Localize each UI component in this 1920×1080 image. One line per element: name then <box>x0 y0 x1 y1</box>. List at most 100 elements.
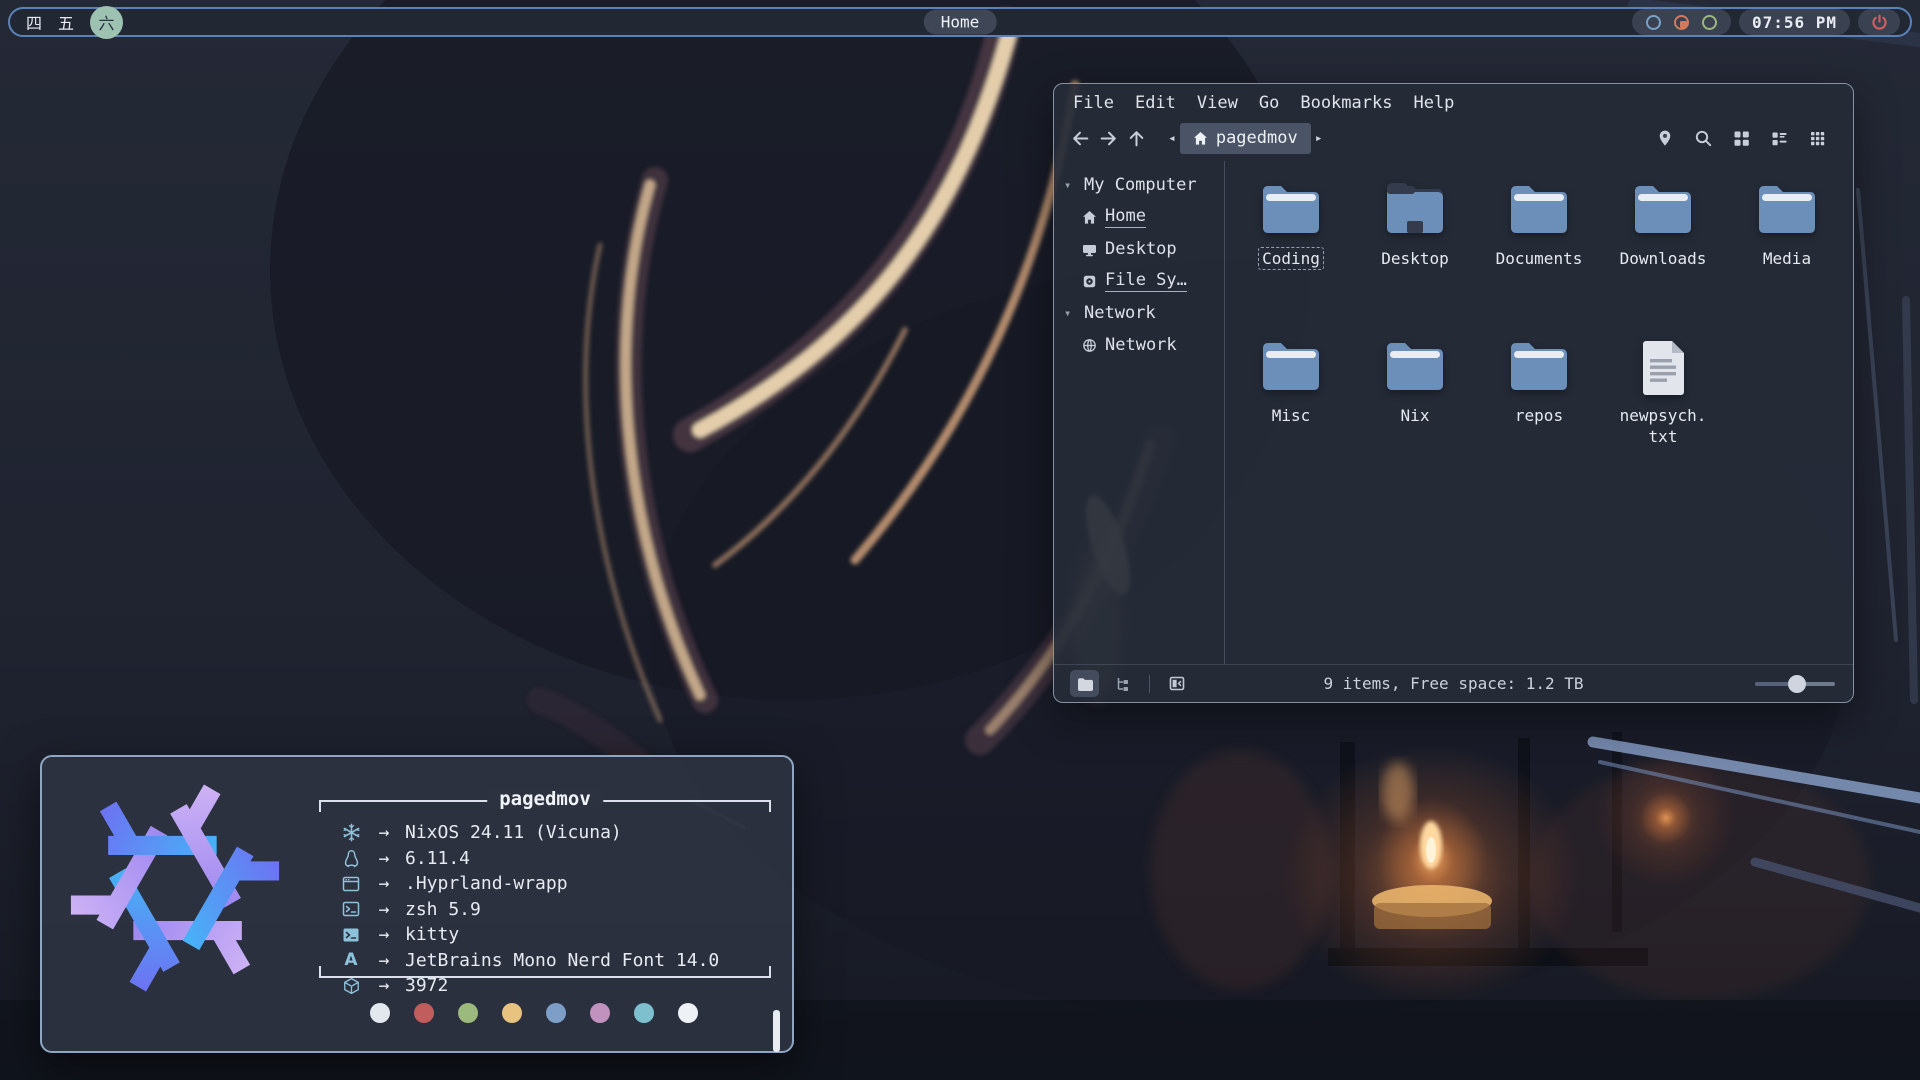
location-button[interactable] <box>1651 124 1679 152</box>
os-value: NixOS 24.11 (Vicuna) <box>405 822 622 843</box>
up-button[interactable] <box>1122 124 1150 152</box>
palette-dot-cyan <box>634 1003 654 1023</box>
text-file-icon <box>1638 340 1688 398</box>
sidebar-group-network[interactable]: ▾ Network <box>1064 297 1224 329</box>
thumbnail-view-icon <box>1809 130 1826 147</box>
menu-view[interactable]: View <box>1197 93 1238 113</box>
sidebar-item-home[interactable]: Home <box>1064 201 1224 233</box>
icon-zoom-slider[interactable] <box>1755 675 1835 693</box>
window-manager-icon <box>339 875 363 893</box>
breadcrumb-path-label: pagedmov <box>1216 128 1298 148</box>
arrow-icon: → <box>363 848 405 869</box>
tree-pane-toggle[interactable] <box>1108 670 1137 697</box>
toolbar: ◂ pagedmov ▸ <box>1054 115 1853 161</box>
sidebar-item-file-system[interactable]: File Sy… <box>1064 265 1224 297</box>
side-pane-hide-button[interactable] <box>1162 670 1191 697</box>
desktop: 四 五 六 Home 07:56 PM <box>0 0 1920 1080</box>
file-name: Misc <box>1268 404 1315 427</box>
icon-view-button[interactable] <box>1727 124 1755 152</box>
terminal-window: pagedmov → NixOS 24.11 (Vicuna) <box>40 755 794 1053</box>
sidebar-group-label: Network <box>1084 303 1156 323</box>
workspace-6-active[interactable]: 六 <box>90 6 123 39</box>
menu-file[interactable]: File <box>1073 93 1114 113</box>
thumbnail-view-button[interactable] <box>1803 124 1831 152</box>
menu-help[interactable]: Help <box>1413 93 1454 113</box>
forward-button[interactable] <box>1094 124 1122 152</box>
file-item-desktop[interactable]: Desktop <box>1353 177 1477 334</box>
workspace-5[interactable]: 五 <box>58 10 74 34</box>
palette-dot-bright-white <box>678 1003 698 1023</box>
packages-value: 3972 <box>405 975 448 996</box>
workspace-4[interactable]: 四 <box>26 10 42 34</box>
shell-icon <box>339 900 363 918</box>
desktop-folder-icon <box>1384 183 1446 241</box>
sidebar-item-label: Home <box>1105 206 1146 228</box>
statusbar-separator <box>1149 675 1150 693</box>
breadcrumb-home-tab[interactable]: pagedmov <box>1180 123 1311 154</box>
menu-go[interactable]: Go <box>1259 93 1279 113</box>
nixos-snowflake-icon <box>339 823 363 842</box>
file-name: Desktop <box>1377 247 1452 270</box>
palette-dot-red <box>414 1003 434 1023</box>
packages-icon <box>339 977 363 995</box>
nixos-logo <box>60 773 290 1003</box>
search-icon <box>1694 129 1713 148</box>
sidebar-item-label: Network <box>1105 335 1177 355</box>
back-arrow-icon <box>1070 128 1091 149</box>
file-item-newpsych-txt[interactable]: newpsych.txt <box>1601 334 1725 491</box>
menu-edit[interactable]: Edit <box>1135 93 1176 113</box>
orange-ring-indicator-icon[interactable] <box>1674 15 1689 30</box>
arrow-icon: → <box>363 924 405 945</box>
desktop-icon <box>1081 241 1097 257</box>
terminal-color-palette <box>370 1003 698 1023</box>
statusbar: 9 items, Free space: 1.2 TB <box>1054 664 1853 702</box>
up-arrow-icon <box>1126 128 1147 149</box>
hide-panel-icon <box>1168 675 1186 692</box>
folder-icon <box>1508 183 1570 241</box>
arrow-icon: → <box>363 950 405 971</box>
power-button[interactable] <box>1858 9 1900 35</box>
location-pin-icon <box>1656 129 1674 147</box>
file-grid: Coding Desktop Documents <box>1229 177 1853 491</box>
folder-icon <box>1632 183 1694 241</box>
file-item-coding[interactable]: Coding <box>1229 177 1353 334</box>
wm-value: .Hyprland-wrapp <box>405 873 568 894</box>
sidebar-item-network[interactable]: Network <box>1064 329 1224 361</box>
folder-pane-icon <box>1077 677 1093 691</box>
menu-bookmarks[interactable]: Bookmarks <box>1300 93 1392 113</box>
fetch-info-lines: → NixOS 24.11 (Vicuna) → 6.11.4 <box>339 820 719 999</box>
terminal-scrollbar[interactable] <box>773 1010 780 1052</box>
file-item-nix[interactable]: Nix <box>1353 334 1477 491</box>
terminal-value: kitty <box>405 924 459 945</box>
folder-icon <box>1508 340 1570 398</box>
folder-icon <box>1260 183 1322 241</box>
file-item-repos[interactable]: repos <box>1477 334 1601 491</box>
file-name: Downloads <box>1616 247 1711 270</box>
forward-arrow-icon <box>1098 128 1119 149</box>
file-item-media[interactable]: Media <box>1725 177 1849 334</box>
file-item-misc[interactable]: Misc <box>1229 334 1353 491</box>
search-button[interactable] <box>1689 124 1717 152</box>
sidebar-item-desktop[interactable]: Desktop <box>1064 233 1224 265</box>
breadcrumb-prev-icon[interactable]: ◂ <box>1164 131 1180 146</box>
palette-dot-white <box>370 1003 390 1023</box>
file-item-documents[interactable]: Documents <box>1477 177 1601 334</box>
bar-right-modules: 07:56 PM <box>1632 9 1900 35</box>
compact-view-button[interactable] <box>1765 124 1793 152</box>
file-view: Coding Desktop Documents <box>1225 161 1853 664</box>
fetch-line-kernel: → 6.11.4 <box>339 846 719 872</box>
slider-track-filled <box>1755 682 1789 686</box>
file-item-downloads[interactable]: Downloads <box>1601 177 1725 334</box>
home-icon <box>1081 209 1097 225</box>
slider-handle[interactable] <box>1788 675 1806 693</box>
sidebar-group-my-computer[interactable]: ▾ My Computer <box>1064 169 1224 201</box>
workspace-switcher: 四 五 六 <box>10 6 123 39</box>
items-summary: 9 items, Free space: 1.2 TB <box>1323 674 1583 693</box>
breadcrumb-next-icon[interactable]: ▸ <box>1311 131 1327 146</box>
back-button[interactable] <box>1066 124 1094 152</box>
fm-body: ▾ My Computer Home Desktop <box>1054 161 1853 664</box>
places-pane-toggle[interactable] <box>1070 670 1099 697</box>
arrow-icon: → <box>363 899 405 920</box>
green-ring-indicator-icon[interactable] <box>1702 15 1717 30</box>
blue-ring-indicator-icon[interactable] <box>1646 15 1661 30</box>
